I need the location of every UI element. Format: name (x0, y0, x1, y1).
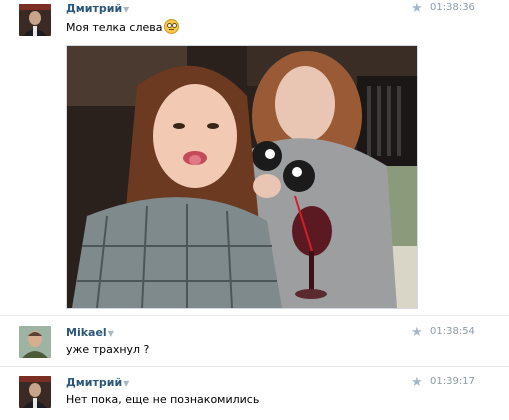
star-icon[interactable]: ★ (411, 325, 423, 340)
attached-photo[interactable] (66, 45, 418, 309)
avatar[interactable] (19, 376, 51, 408)
separator (0, 366, 509, 367)
separator (0, 315, 509, 316)
author-link[interactable]: Дмитрий (66, 2, 122, 15)
author-name[interactable]: Дмитрий▼ (66, 2, 129, 15)
author-name[interactable]: Mikael▼ (66, 326, 114, 339)
message-text: Моя телка слева (66, 19, 179, 34)
chevron-down-icon[interactable]: ▼ (108, 329, 114, 338)
avatar[interactable] (19, 4, 51, 36)
message-body: Моя телка слева (66, 21, 163, 34)
message-body: уже трахнул ? (66, 343, 150, 356)
message-text: уже трахнул ? (66, 343, 149, 356)
message-body: Нет пока, еще не познакомились (66, 393, 260, 406)
message-text: Нет пока, еще не познакомились (66, 393, 259, 406)
star-icon[interactable]: ★ (411, 1, 423, 16)
chevron-down-icon[interactable]: ▼ (123, 5, 129, 14)
author-link[interactable]: Дмитрий (66, 376, 122, 389)
confused-face-emoji-icon (163, 19, 179, 34)
author-link[interactable]: Mikael (66, 326, 107, 339)
star-icon[interactable]: ★ (411, 375, 423, 390)
timestamp[interactable]: 01:38:36 (430, 2, 475, 13)
author-name[interactable]: Дмитрий▼ (66, 376, 129, 389)
chevron-down-icon[interactable]: ▼ (123, 379, 129, 388)
avatar[interactable] (19, 326, 51, 358)
timestamp[interactable]: 01:39:17 (430, 376, 475, 387)
timestamp[interactable]: 01:38:54 (430, 326, 475, 337)
